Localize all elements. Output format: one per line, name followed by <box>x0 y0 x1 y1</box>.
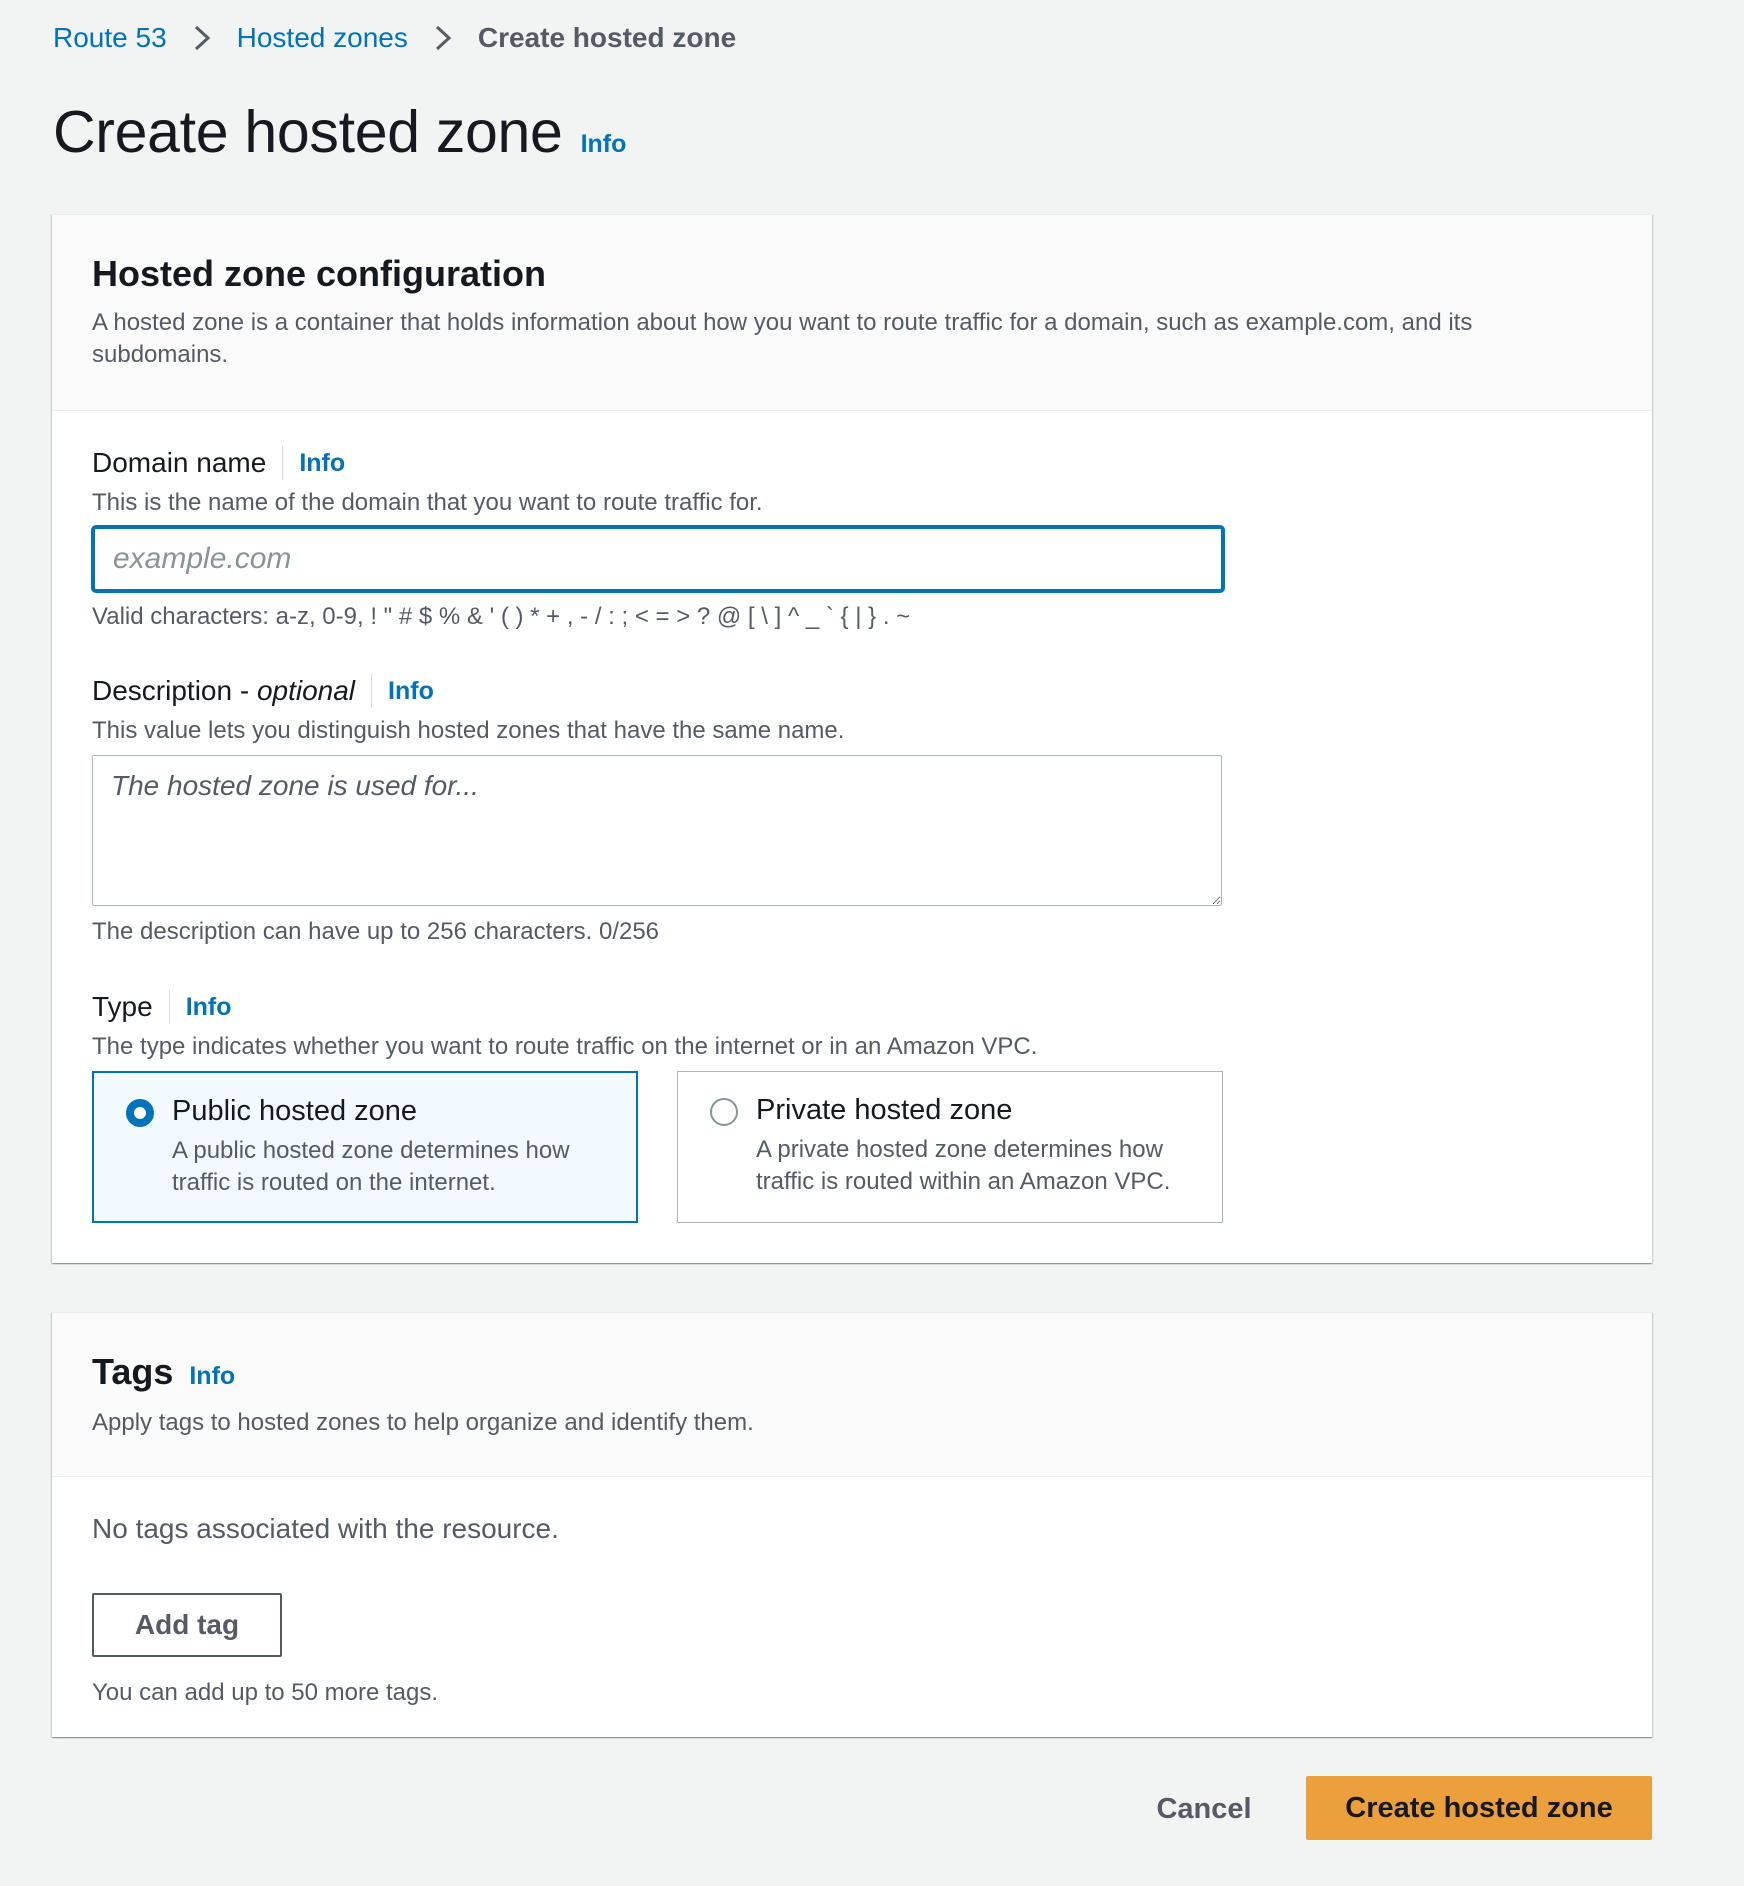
page-info-link[interactable]: Info <box>581 130 627 159</box>
cancel-button[interactable]: Cancel <box>1140 1778 1268 1840</box>
tags-panel: Tags Info Apply tags to hosted zones to … <box>52 1312 1652 1737</box>
tags-panel-header: Tags Info Apply tags to hosted zones to … <box>52 1313 1652 1477</box>
label-divider <box>282 446 284 480</box>
public-hosted-zone-title: Public hosted zone <box>172 1095 418 1127</box>
hosted-zone-configuration-panel: Hosted zone configuration A hosted zone … <box>52 214 1652 1263</box>
domain-name-label: Domain name <box>92 447 267 478</box>
description-label-text: Description - <box>92 675 257 706</box>
public-hosted-zone-description: A public hosted zone determines how traf… <box>172 1137 570 1196</box>
domain-name-label-row: Domain name Info <box>92 445 345 481</box>
chevron-right-icon <box>167 18 237 58</box>
page-title: Create hosted zone <box>53 99 563 165</box>
private-hosted-zone-title: Private hosted zone <box>756 1094 1013 1126</box>
description-label: Description - optional <box>92 675 355 707</box>
tags-panel-title: Tags <box>92 1351 174 1392</box>
create-hosted-zone-button[interactable]: Create hosted zone <box>1306 1776 1652 1840</box>
description-info-link[interactable]: Info <box>388 677 434 706</box>
public-hosted-zone-tile[interactable]: Public hosted zone A public hosted zone … <box>92 1071 638 1223</box>
description-field-description: This value lets you distinguish hosted z… <box>92 717 845 744</box>
private-hosted-zone-tile[interactable]: Private hosted zone A private hosted zon… <box>677 1071 1223 1223</box>
domain-name-input[interactable] <box>92 526 1224 592</box>
label-divider <box>168 990 170 1024</box>
label-divider <box>371 674 373 708</box>
page-header: Create hosted zone Info <box>53 98 626 166</box>
type-label: Type <box>92 991 153 1022</box>
tags-info-link[interactable]: Info <box>189 1362 235 1391</box>
config-panel-title: Hosted zone configuration <box>92 253 546 294</box>
tags-panel-description: Apply tags to hosted zones to help organ… <box>92 1409 754 1436</box>
description-textarea[interactable] <box>92 755 1222 906</box>
breadcrumb-hosted-zones-link[interactable]: Hosted zones <box>237 22 408 54</box>
domain-name-description: This is the name of the domain that you … <box>92 489 763 516</box>
add-tag-button[interactable]: Add tag <box>92 1593 282 1657</box>
radio-selected-icon[interactable] <box>126 1099 154 1127</box>
config-panel-description: A hosted zone is a container that holds … <box>92 309 1473 368</box>
radio-unselected-icon[interactable] <box>710 1098 738 1126</box>
config-panel-header: Hosted zone configuration A hosted zone … <box>52 215 1652 411</box>
tags-constraint: You can add up to 50 more tags. <box>92 1679 439 1706</box>
description-constraint: The description can have up to 256 chara… <box>92 918 660 945</box>
tags-title-row: Tags Info <box>92 1351 1612 1393</box>
type-label-row: Type Info <box>92 989 232 1025</box>
page: Route 53 Hosted zones Create hosted zone… <box>0 0 1744 1886</box>
description-label-optional: optional <box>256 675 356 706</box>
breadcrumb-current: Create hosted zone <box>477 22 737 53</box>
type-description: The type indicates whether you want to r… <box>92 1033 1038 1060</box>
domain-name-info-link[interactable]: Info <box>299 449 345 478</box>
breadcrumb-route53-link[interactable]: Route 53 <box>53 22 167 54</box>
private-hosted-zone-description: A private hosted zone determines how tra… <box>756 1136 1171 1195</box>
domain-name-constraint: Valid characters: a-z, 0-9, ! " # $ % & … <box>92 603 911 630</box>
chevron-right-icon <box>408 18 478 58</box>
description-label-row: Description - optional Info <box>92 673 434 709</box>
breadcrumb: Route 53 Hosted zones Create hosted zone <box>53 18 736 58</box>
type-info-link[interactable]: Info <box>186 993 232 1022</box>
tags-empty-message: No tags associated with the resource. <box>92 1513 559 1544</box>
